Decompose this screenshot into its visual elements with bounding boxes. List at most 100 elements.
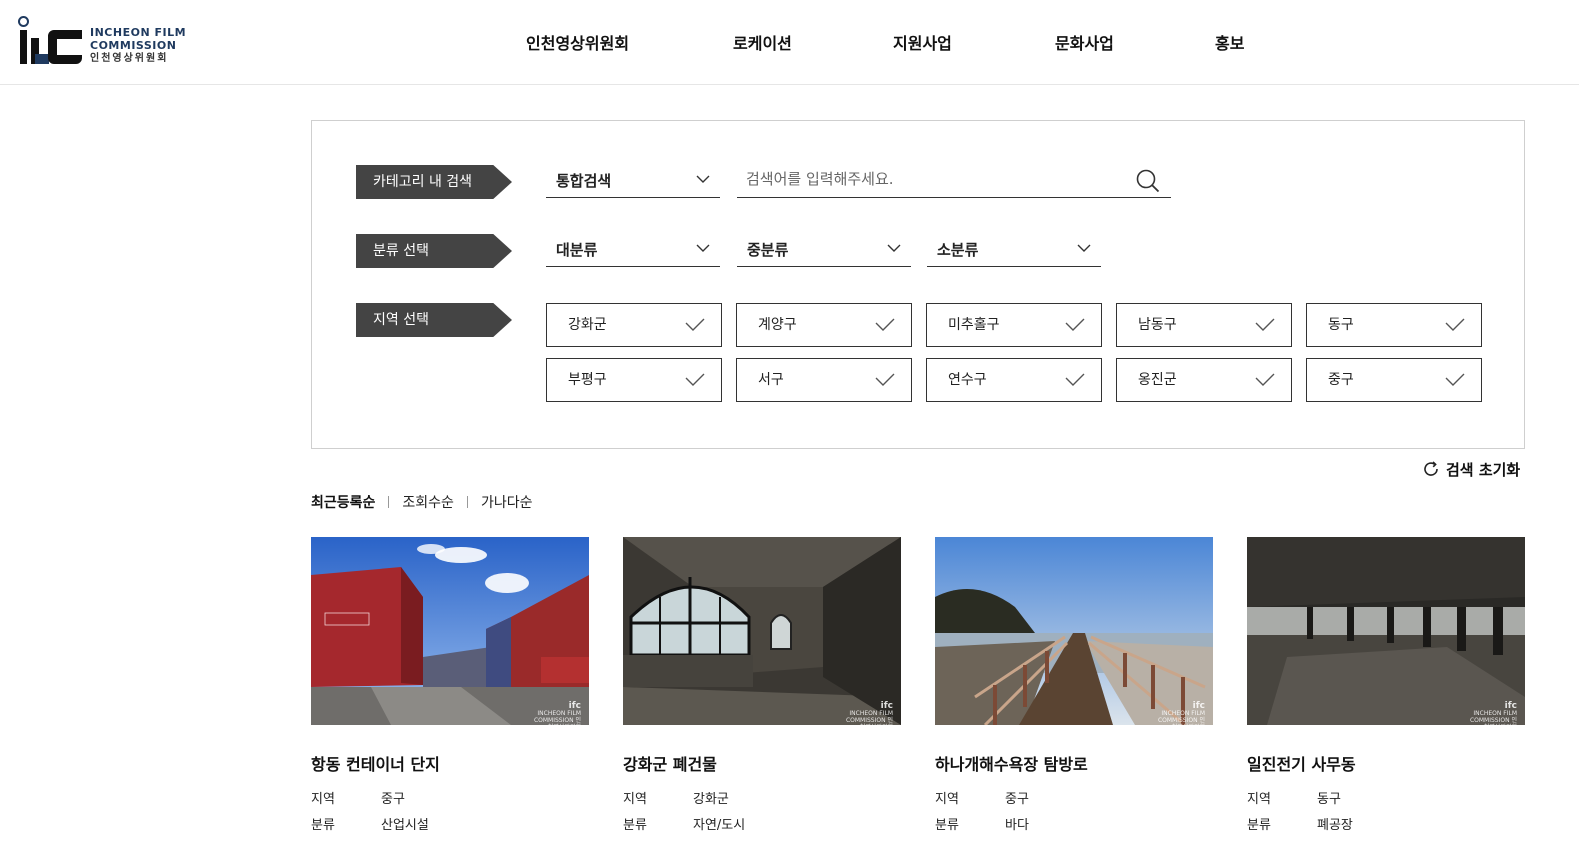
reset-search-button[interactable]: 검색 초기화 bbox=[1422, 458, 1520, 480]
location-thumbnail[interactable]: ifcINCHEON FILM COMMISSION 인천영상위원회 bbox=[1247, 537, 1525, 725]
location-meta: 지역 동구 분류 폐공장 bbox=[1247, 787, 1525, 839]
region-option-seogu[interactable]: 서구 bbox=[736, 358, 912, 402]
location-thumbnail[interactable]: ifcINCHEON FILM COMMISSION 인천영상위원회 bbox=[935, 537, 1213, 725]
region-option-namdong[interactable]: 남동구 bbox=[1116, 303, 1292, 347]
meta-category-value: 바다 bbox=[1005, 818, 1029, 833]
region-option-michuhol[interactable]: 미추홀구 bbox=[926, 303, 1102, 347]
nav-item-location[interactable]: 로케이션 bbox=[733, 30, 792, 54]
region-option-gyeyang[interactable]: 계양구 bbox=[736, 303, 912, 347]
search-icon[interactable] bbox=[1135, 168, 1161, 194]
major-class-value: 대분류 bbox=[556, 241, 598, 259]
region-option-donggu[interactable]: 동구 bbox=[1306, 303, 1482, 347]
chevron-down-icon bbox=[1077, 244, 1091, 252]
meta-region-value: 동구 bbox=[1317, 792, 1341, 807]
region-option-yeonsu[interactable]: 연수구 bbox=[926, 358, 1102, 402]
region-label: 연수구 bbox=[948, 372, 987, 388]
sort-views[interactable]: 조회수순 bbox=[402, 492, 454, 512]
region-label: 서구 bbox=[758, 372, 784, 388]
check-icon bbox=[685, 373, 705, 386]
meta-region-value: 강화군 bbox=[693, 792, 729, 807]
major-class-select[interactable]: 대분류 bbox=[546, 233, 720, 267]
check-icon bbox=[685, 318, 705, 331]
minor-class-value: 소분류 bbox=[937, 241, 979, 259]
empty-office-image bbox=[1247, 537, 1525, 725]
meta-region-value: 중구 bbox=[381, 792, 405, 807]
check-icon bbox=[1445, 373, 1465, 386]
region-label: 중구 bbox=[1328, 372, 1354, 388]
watermark: ifcINCHEON FILM COMMISSION 인천영상위원회 bbox=[1157, 702, 1205, 726]
region-option-bupyeong[interactable]: 부평구 bbox=[546, 358, 722, 402]
search-input[interactable] bbox=[737, 164, 1117, 194]
abandoned-building-image bbox=[623, 537, 901, 725]
chevron-down-icon bbox=[696, 175, 710, 183]
check-icon bbox=[1255, 373, 1275, 386]
location-card[interactable]: ifcINCHEON FILM COMMISSION 인천영상위원회 강화군 폐… bbox=[623, 537, 901, 839]
search-box bbox=[737, 164, 1171, 198]
meta-category-value: 폐공장 bbox=[1317, 818, 1353, 833]
region-label: 강화군 bbox=[568, 317, 607, 333]
reset-label: 검색 초기화 bbox=[1446, 460, 1521, 479]
site-header: INCHEON FILM COMMISSION 인천영상위원회 인천영상위원회 … bbox=[0, 0, 1579, 85]
location-thumbnail[interactable]: ifcINCHEON FILM COMMISSION 인천영상위원회 bbox=[623, 537, 901, 725]
location-title[interactable]: 일진전기 사무동 bbox=[1247, 751, 1525, 774]
location-title[interactable]: 항동 컨테이너 단지 bbox=[311, 751, 589, 774]
nav-item-culture[interactable]: 문화사업 bbox=[1055, 30, 1114, 54]
region-label: 옹진군 bbox=[1138, 372, 1177, 388]
region-label: 동구 bbox=[1328, 317, 1354, 333]
check-icon bbox=[875, 373, 895, 386]
category-select[interactable]: 통합검색 bbox=[546, 164, 720, 198]
chevron-down-icon bbox=[696, 244, 710, 252]
chevron-down-icon bbox=[887, 244, 901, 252]
region-option-ongjin[interactable]: 옹진군 bbox=[1116, 358, 1292, 402]
location-meta: 지역 강화군 분류 자연/도시 bbox=[623, 787, 901, 839]
region-label: 남동구 bbox=[1138, 317, 1177, 333]
region-label: 미추홀구 bbox=[948, 317, 1000, 333]
region-label: 계양구 bbox=[758, 317, 797, 333]
meta-region-label: 지역 bbox=[1247, 792, 1271, 807]
nav-item-pr[interactable]: 홍보 bbox=[1215, 30, 1244, 54]
meta-category-value: 산업시설 bbox=[381, 818, 429, 833]
nav-item-commission[interactable]: 인천영상위원회 bbox=[526, 30, 629, 54]
region-option-junggu[interactable]: 중구 bbox=[1306, 358, 1482, 402]
meta-region-label: 지역 bbox=[623, 792, 647, 807]
watermark-text: INCHEON FILM COMMISSION 인천영상위원회 bbox=[845, 710, 893, 725]
main-nav: 인천영상위원회 로케이션 지원사업 문화사업 홍보 bbox=[0, 30, 1579, 56]
container-yard-image bbox=[311, 537, 589, 725]
location-card[interactable]: ifcINCHEON FILM COMMISSION 인천영상위원회 항동 컨테… bbox=[311, 537, 589, 839]
refresh-icon bbox=[1424, 461, 1438, 476]
check-icon bbox=[1255, 318, 1275, 331]
watermark-text: INCHEON FILM COMMISSION 인천영상위원회 bbox=[1157, 710, 1205, 725]
location-card[interactable]: ifcINCHEON FILM COMMISSION 인천영상위원회 하나개해수… bbox=[935, 537, 1213, 839]
location-title[interactable]: 강화군 폐건물 bbox=[623, 751, 901, 774]
watermark: ifcINCHEON FILM COMMISSION 인천영상위원회 bbox=[845, 702, 893, 726]
sort-recent[interactable]: 최근등록순 bbox=[311, 492, 375, 512]
check-icon bbox=[1445, 318, 1465, 331]
meta-region-value: 중구 bbox=[1005, 792, 1029, 807]
location-meta: 지역 중구 분류 바다 bbox=[935, 787, 1213, 839]
location-thumbnail[interactable]: ifcINCHEON FILM COMMISSION 인천영상위원회 bbox=[311, 537, 589, 725]
sort-options: 최근등록순 조회수순 가나다순 bbox=[311, 492, 532, 512]
sort-divider bbox=[388, 496, 390, 508]
middle-class-select[interactable]: 중분류 bbox=[737, 233, 911, 267]
region-label: 부평구 bbox=[568, 372, 607, 388]
watermark: ifcINCHEON FILM COMMISSION 인천영상위원회 bbox=[1469, 702, 1517, 726]
minor-class-select[interactable]: 소분류 bbox=[927, 233, 1101, 267]
nav-item-support[interactable]: 지원사업 bbox=[893, 30, 952, 54]
meta-category-label: 분류 bbox=[1247, 818, 1271, 833]
middle-class-value: 중분류 bbox=[747, 241, 789, 259]
sort-alphabetical[interactable]: 가나다순 bbox=[481, 492, 533, 512]
meta-region-label: 지역 bbox=[311, 792, 335, 807]
location-title[interactable]: 하나개해수욕장 탐방로 bbox=[935, 751, 1213, 774]
meta-category-label: 분류 bbox=[935, 818, 959, 833]
meta-category-label: 분류 bbox=[311, 818, 335, 833]
location-meta: 지역 중구 분류 산업시설 bbox=[311, 787, 589, 839]
watermark-text: INCHEON FILM COMMISSION 인천영상위원회 bbox=[1469, 710, 1517, 725]
location-card[interactable]: ifcINCHEON FILM COMMISSION 인천영상위원회 일진전기 … bbox=[1247, 537, 1525, 839]
check-icon bbox=[875, 318, 895, 331]
meta-category-value: 자연/도시 bbox=[693, 818, 746, 833]
category-select-value: 통합검색 bbox=[556, 172, 612, 190]
check-icon bbox=[1065, 318, 1085, 331]
class-select-label: 분류 선택 bbox=[356, 234, 512, 268]
region-option-ganghwa[interactable]: 강화군 bbox=[546, 303, 722, 347]
sort-divider bbox=[466, 496, 468, 508]
